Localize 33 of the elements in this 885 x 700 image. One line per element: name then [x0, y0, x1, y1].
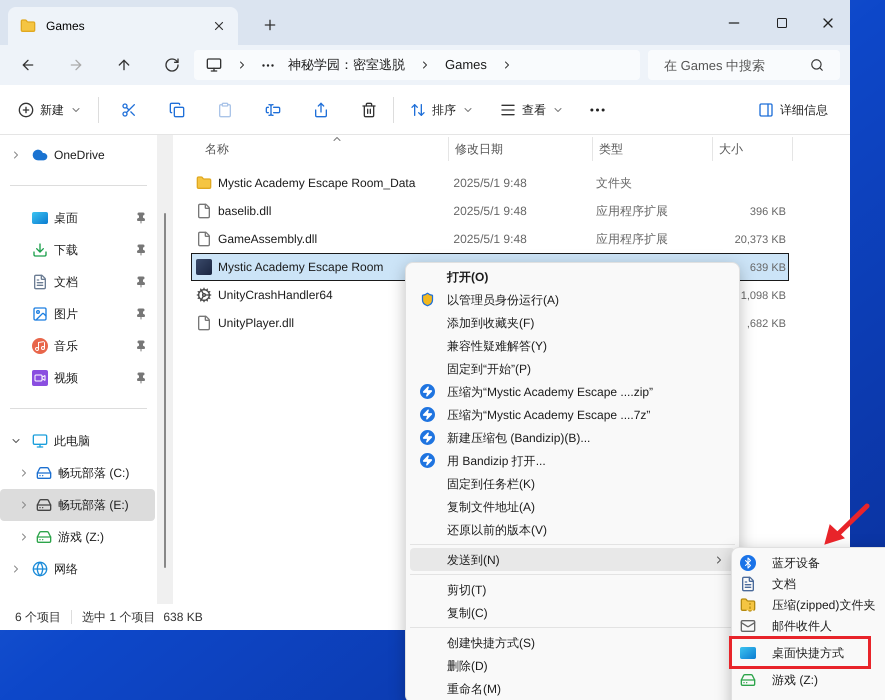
- file-name: UnityPlayer.dll: [218, 315, 294, 332]
- file-size: 20,373 KB: [734, 234, 786, 246]
- sidebar-label: 网络: [54, 561, 78, 578]
- file-name: UnityCrashHandler64: [218, 287, 333, 304]
- file-name: baselib.dll: [218, 203, 272, 220]
- sidebar-label: 游戏 (Z:): [58, 529, 104, 546]
- file-size: 639 KB: [750, 262, 786, 274]
- status-text: 6 个项目: [15, 609, 62, 626]
- sidebar-label: 文档: [54, 274, 78, 291]
- file-name: GameAssembly.dll: [218, 231, 318, 248]
- sidebar-label: 下载: [54, 242, 78, 259]
- sidebar-label: 畅玩部落 (E:): [58, 497, 129, 514]
- file-size: ,682 KB: [746, 318, 786, 330]
- file-type: 应用程序扩展: [596, 204, 668, 218]
- file-type: 应用程序扩展: [596, 232, 668, 246]
- sidebar-label: 图片: [54, 306, 78, 323]
- status-text: 638 KB: [163, 609, 203, 626]
- tab-title: Games: [46, 18, 85, 35]
- modified-date: 2025/5/1 9:48: [453, 232, 527, 246]
- sidebar-label: 视频: [54, 370, 78, 387]
- file-type: 文件夹: [596, 176, 632, 190]
- sidebar-label: OneDrive: [54, 147, 105, 164]
- file-name: Mystic Academy Escape Room_Data: [218, 175, 416, 192]
- modified-date: 2025/5/1 9:48: [453, 204, 527, 218]
- status-text: 选中 1 个项目: [82, 609, 156, 626]
- sidebar-label: 音乐: [54, 338, 78, 355]
- file-size: 396 KB: [750, 206, 786, 218]
- modified-date: 2025/5/1 9:48: [453, 176, 527, 190]
- file-size: 1,098 KB: [740, 290, 786, 302]
- file-name: Mystic Academy Escape Room: [218, 259, 384, 276]
- sidebar-label: 桌面: [54, 210, 78, 227]
- sidebar-label: 此电脑: [54, 433, 90, 450]
- sidebar-label: 畅玩部落 (C:): [58, 465, 130, 482]
